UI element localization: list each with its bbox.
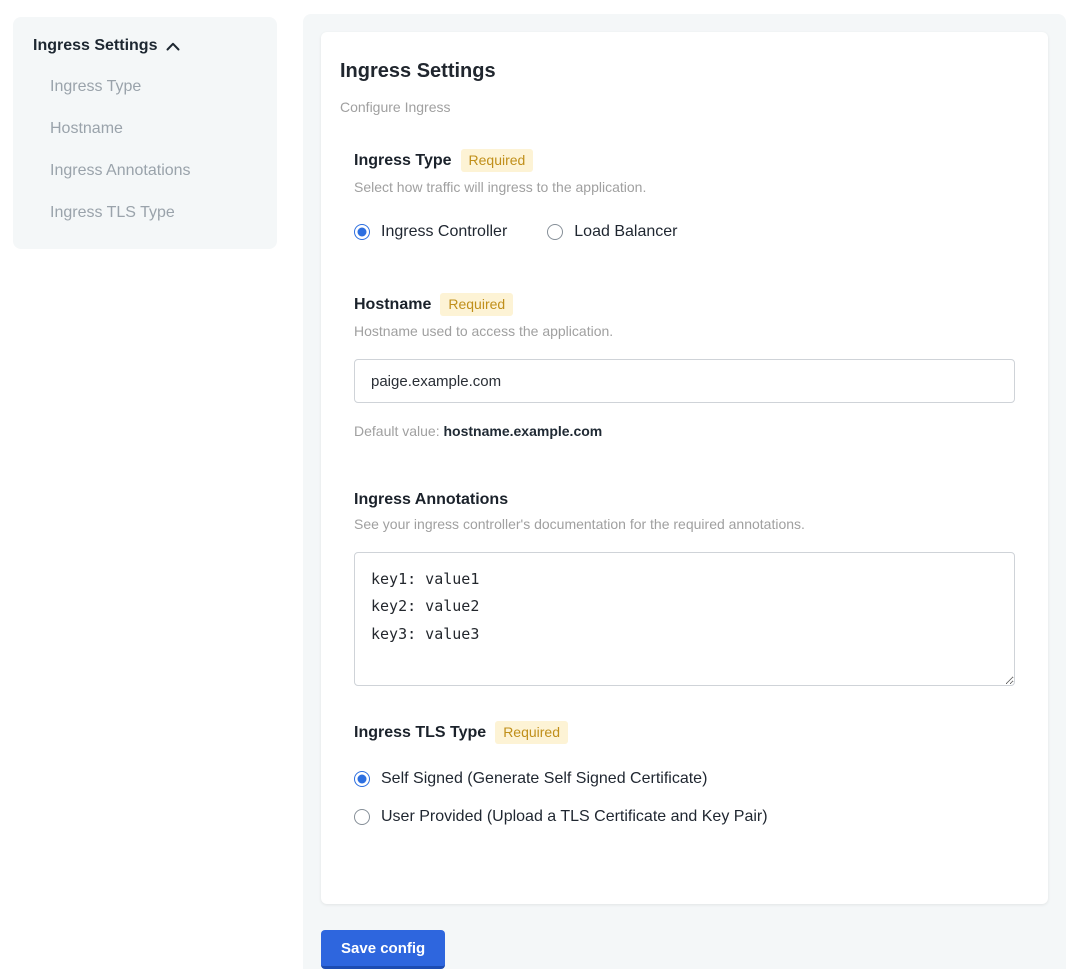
ingress-annotations-textarea[interactable]: key1: value1 key2: value2 key3: value3 (354, 552, 1015, 686)
section-head: Ingress Type Required (354, 149, 1015, 172)
radio-icon[interactable] (547, 224, 563, 240)
radio-option-load-balancer[interactable]: Load Balancer (547, 223, 677, 241)
section-title: Hostname (354, 296, 431, 314)
section-title: Ingress TLS Type (354, 724, 486, 742)
card-subtitle: Configure Ingress (340, 99, 1015, 115)
section-hostname: Hostname Required Hostname used to acces… (354, 293, 1015, 439)
radio-option-self-signed[interactable]: Self Signed (Generate Self Signed Certif… (354, 770, 1015, 788)
section-ingress-tls-type: Ingress TLS Type Required Self Signed (G… (354, 721, 1015, 826)
radio-icon[interactable] (354, 771, 370, 787)
chevron-up-icon (166, 42, 180, 51)
section-ingress-type: Ingress Type Required Select how traffic… (354, 149, 1015, 241)
section-ingress-annotations: Ingress Annotations See your ingress con… (354, 491, 1015, 691)
section-help: Hostname used to access the application. (354, 323, 1015, 339)
radio-label: User Provided (Upload a TLS Certificate … (381, 808, 768, 826)
sidebar-group-label: Ingress Settings (33, 37, 157, 55)
default-value-text: hostname.example.com (444, 423, 603, 439)
section-title: Ingress Type (354, 152, 452, 170)
sidebar-item-ingress-type[interactable]: Ingress Type (50, 76, 257, 97)
page-layout: Ingress Settings Ingress Type Hostname I… (0, 0, 1090, 969)
section-head: Hostname Required (354, 293, 1015, 316)
section-title: Ingress Annotations (354, 491, 508, 509)
default-value-prefix: Default value: (354, 423, 440, 439)
hostname-input[interactable] (354, 359, 1015, 403)
radio-label: Load Balancer (574, 223, 677, 241)
required-badge: Required (440, 293, 513, 316)
ingress-type-options: Ingress Controller Load Balancer (354, 223, 1015, 241)
ingress-settings-card: Ingress Settings Configure Ingress Ingre… (321, 32, 1048, 904)
required-badge: Required (495, 721, 568, 744)
sidebar-group-ingress-settings[interactable]: Ingress Settings (33, 37, 257, 55)
radio-option-user-provided[interactable]: User Provided (Upload a TLS Certificate … (354, 808, 1015, 826)
radio-label: Ingress Controller (381, 223, 507, 241)
save-config-button[interactable]: Save config (321, 930, 445, 969)
config-nav-sidebar: Ingress Settings Ingress Type Hostname I… (13, 17, 277, 249)
sidebar-item-hostname[interactable]: Hostname (50, 118, 257, 139)
sidebar-item-ingress-tls-type[interactable]: Ingress TLS Type (50, 202, 257, 223)
radio-icon[interactable] (354, 224, 370, 240)
config-main-panel: Ingress Settings Configure Ingress Ingre… (303, 14, 1066, 969)
section-help: Select how traffic will ingress to the a… (354, 179, 1015, 195)
hostname-default-value: Default value: hostname.example.com (354, 423, 1015, 439)
required-badge: Required (461, 149, 534, 172)
tls-type-options: Self Signed (Generate Self Signed Certif… (354, 770, 1015, 826)
sidebar-item-ingress-annotations[interactable]: Ingress Annotations (50, 160, 257, 181)
section-head: Ingress Annotations (354, 491, 1015, 509)
radio-icon[interactable] (354, 809, 370, 825)
radio-label: Self Signed (Generate Self Signed Certif… (381, 770, 707, 788)
card-title: Ingress Settings (340, 60, 1015, 83)
radio-option-ingress-controller[interactable]: Ingress Controller (354, 223, 507, 241)
section-help: See your ingress controller's documentat… (354, 516, 1015, 532)
section-head: Ingress TLS Type Required (354, 721, 1015, 744)
